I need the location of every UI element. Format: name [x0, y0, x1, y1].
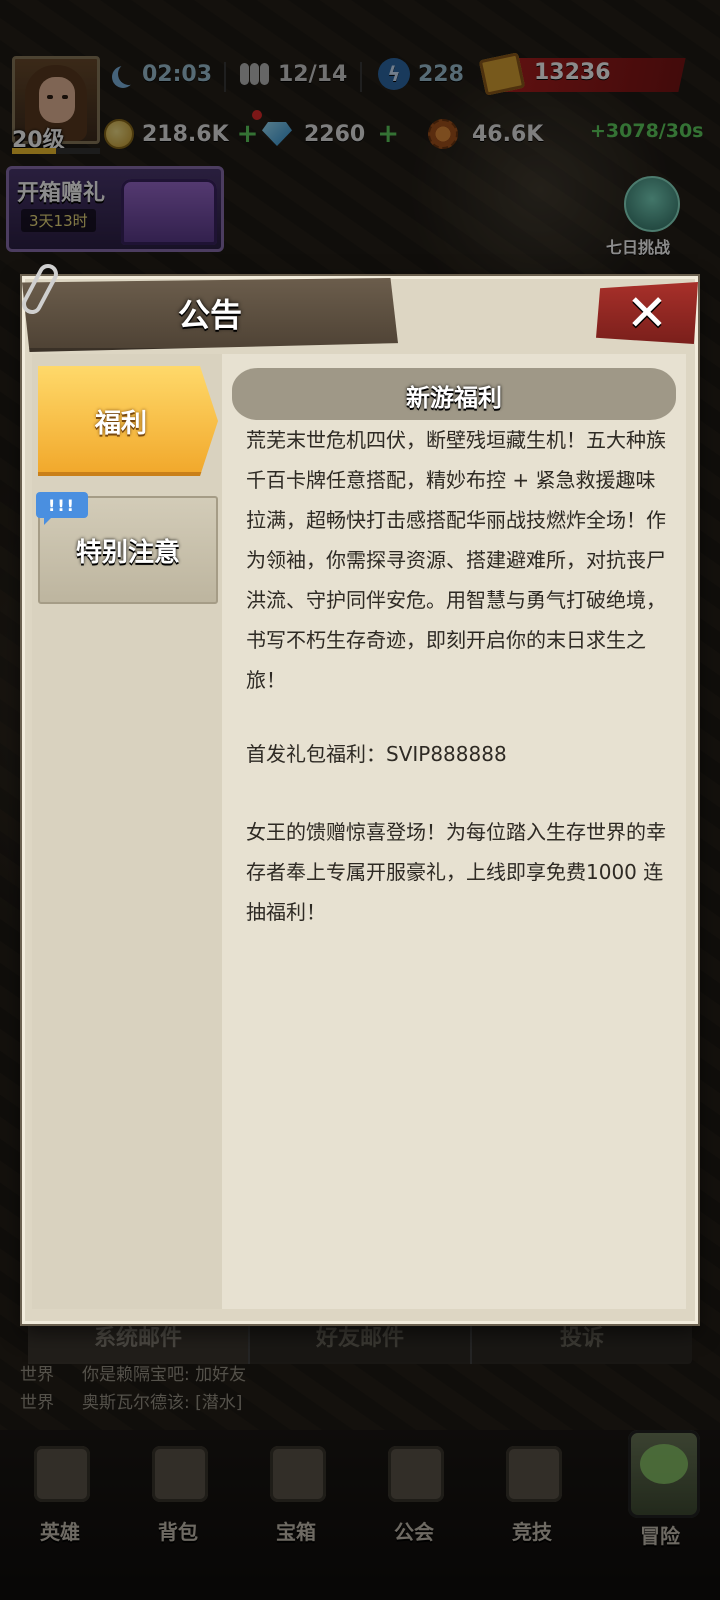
close-icon[interactable]: ✕ — [596, 282, 698, 344]
announcement-paragraph: 首发礼包福利：SVIP888888 — [246, 742, 507, 766]
tab-welfare-label[interactable]: 福利 — [38, 366, 204, 476]
announcement-paragraph: 女王的馈赠惊喜登场！为每位踏入生存世界的幸存者奉上专属开服豪礼，上线即享免费10… — [246, 820, 666, 924]
announcement-paragraph: 荒芜末世危机四伏，断壁残垣藏生机！五大种族千百卡牌任意搭配，精妙布控 + 紧急救… — [246, 428, 666, 692]
dialog-title: 公告 — [177, 296, 242, 334]
alert-badge: !!! — [36, 492, 88, 525]
content-title: 新游福利 — [406, 383, 502, 412]
